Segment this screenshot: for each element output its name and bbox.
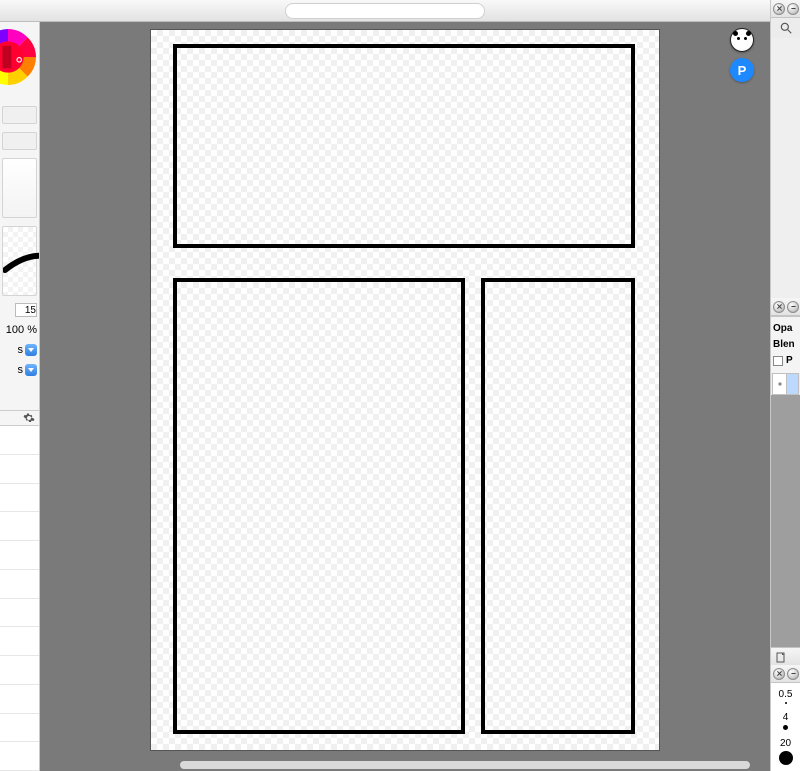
dropdown-a-label: s xyxy=(18,344,24,356)
dropdown-icon[interactable] xyxy=(25,344,37,356)
close-icon xyxy=(776,303,783,310)
panel-close-button[interactable] xyxy=(773,301,785,313)
chevron-icon xyxy=(790,303,797,310)
new-layer-icon[interactable] xyxy=(775,651,787,663)
list-item[interactable] xyxy=(0,541,39,570)
panel-collapse-button[interactable] xyxy=(787,3,799,15)
magnifier-icon xyxy=(779,21,793,35)
tool-slot-b[interactable] xyxy=(2,132,37,150)
list-item[interactable] xyxy=(0,570,39,599)
comic-panel-bottom-left[interactable] xyxy=(173,278,465,734)
preserve-checkbox[interactable] xyxy=(773,356,783,366)
history-list[interactable] xyxy=(0,426,39,771)
horizontal-scrollbar[interactable] xyxy=(180,761,750,769)
close-icon xyxy=(776,5,783,12)
brush-dot-icon xyxy=(783,725,788,730)
brush-opacity-value: 100 % xyxy=(6,324,37,336)
list-item[interactable] xyxy=(0,685,39,714)
layer-row-selected[interactable] xyxy=(772,373,799,395)
brush-size-option[interactable]: 0.5 xyxy=(779,689,793,704)
navigator-panel-controls xyxy=(771,0,800,18)
panel-collapse-button[interactable] xyxy=(787,668,799,680)
panel-close-button[interactable] xyxy=(773,3,785,15)
avatar-icon[interactable] xyxy=(730,28,754,52)
brushes-panel-controls xyxy=(771,665,800,683)
brush-size-label: 20 xyxy=(780,738,791,749)
layers-panel-controls xyxy=(771,298,800,316)
color-wheel[interactable] xyxy=(0,22,36,102)
brush-sizes-panel: 0.5 4 20 xyxy=(771,683,800,771)
panda-icon xyxy=(735,33,749,47)
navigator-zoom[interactable] xyxy=(771,18,800,38)
brush-stroke-icon xyxy=(3,246,40,276)
opacity-label: Opa xyxy=(773,321,798,337)
layer-visibility-toggle[interactable] xyxy=(773,374,787,394)
tool-slot-a[interactable] xyxy=(2,106,37,124)
list-item[interactable] xyxy=(0,714,39,743)
layer-thumbnail[interactable] xyxy=(787,374,798,394)
brush-dot-icon xyxy=(779,751,793,765)
dropdown-icon[interactable] xyxy=(25,364,37,376)
panel-gap xyxy=(0,380,39,410)
list-item[interactable] xyxy=(0,742,39,771)
brush-size-input[interactable] xyxy=(15,303,37,317)
account-badges: P xyxy=(730,28,754,82)
right-panels: Opa Blen P 0.5 4 xyxy=(770,0,800,771)
brush-mode-row-b: s xyxy=(0,360,39,380)
panel-close-button[interactable] xyxy=(773,668,785,680)
brush-preview xyxy=(2,226,37,296)
document-title-field[interactable] xyxy=(285,3,485,19)
service-badge-letter: P xyxy=(738,63,747,78)
chevron-icon xyxy=(790,670,797,677)
swatches-panel[interactable] xyxy=(2,158,37,218)
canvas-page[interactable] xyxy=(151,30,659,750)
list-panel-header xyxy=(0,410,39,426)
dropdown-b-label: s xyxy=(18,364,24,376)
list-item[interactable] xyxy=(0,656,39,685)
panel-collapse-button[interactable] xyxy=(787,301,799,313)
dot-icon xyxy=(776,380,784,388)
left-tools-panel: 100 % s s xyxy=(0,22,40,771)
brush-size-label: 0.5 xyxy=(779,689,793,700)
comic-panel-bottom-right[interactable] xyxy=(481,278,635,734)
list-item[interactable] xyxy=(0,599,39,628)
blend-label: Blen xyxy=(773,337,798,353)
chevron-icon xyxy=(790,5,797,12)
list-item[interactable] xyxy=(0,512,39,541)
layer-properties: Opa Blen P xyxy=(771,316,800,373)
service-badge[interactable]: P xyxy=(730,58,754,82)
brush-mode-row-a: s xyxy=(0,340,39,360)
brush-dot-icon xyxy=(785,702,787,704)
list-item[interactable] xyxy=(0,426,39,455)
canvas-viewport[interactable] xyxy=(40,22,770,763)
brush-size-label: 4 xyxy=(783,712,789,723)
brush-opacity-row: 100 % xyxy=(0,320,39,340)
navigator-thumbnail[interactable] xyxy=(771,38,800,298)
list-item[interactable] xyxy=(0,484,39,513)
preserve-label: P xyxy=(786,353,793,369)
list-item[interactable] xyxy=(0,455,39,484)
comic-panel-top[interactable] xyxy=(173,44,635,248)
window-titlebar xyxy=(0,0,770,22)
close-icon xyxy=(776,670,783,677)
brush-size-option[interactable]: 20 xyxy=(779,738,793,765)
list-item[interactable] xyxy=(0,627,39,656)
layers-footer xyxy=(771,647,800,665)
brush-size-row xyxy=(0,300,39,320)
layers-list-empty[interactable] xyxy=(771,395,800,647)
brush-size-option[interactable]: 4 xyxy=(783,712,789,730)
gear-icon[interactable] xyxy=(23,412,35,424)
